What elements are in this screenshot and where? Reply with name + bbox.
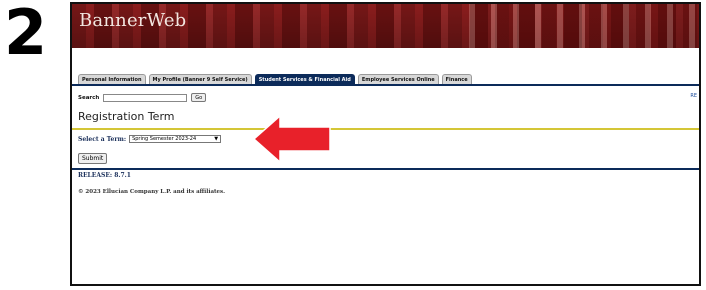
term-label: Select a Term: [78,135,127,143]
term-row: Select a Term: Spring Semester 2023-24 ▼ [78,135,222,143]
tab-bar-divider [72,84,699,86]
chevron-down-icon: ▼ [214,136,219,142]
go-button[interactable]: Go [191,93,207,102]
banner-header: BannerWeb [72,4,699,48]
term-select[interactable]: Spring Semester 2023-24 ▼ [129,135,222,143]
banner-image [469,4,699,48]
copyright-text: © 2023 Ellucian Company L.P. and its aff… [78,189,226,195]
title-divider [72,128,699,130]
banner-title: BannerWeb [79,10,187,31]
search-row: Search Go [78,93,207,102]
release-text: RELEASE: 8.7.1 [78,172,131,179]
corner-link[interactable]: RE [690,93,697,99]
submit-button[interactable]: Submit [78,153,108,164]
step-number: 2 [4,0,48,69]
page-title: Registration Term [78,110,175,123]
footer-divider [72,168,699,170]
search-input[interactable] [103,93,188,102]
search-label: Search [78,94,100,101]
browser-screenshot: BannerWeb Personal Information My Profil… [70,2,701,286]
red-arrow-annotation [252,114,331,164]
arrow-shape [252,114,331,164]
term-select-value: Spring Semester 2023-24 [132,136,197,142]
